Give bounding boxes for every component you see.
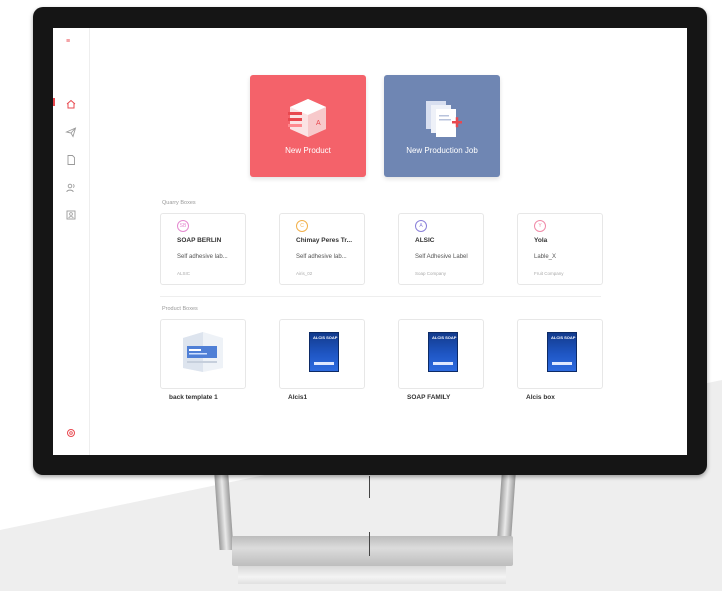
users-icon[interactable] <box>65 181 77 193</box>
base-seam <box>369 532 370 556</box>
quarry-subtitle: Self Adhesive Label <box>415 254 468 260</box>
monitor-base <box>232 536 513 566</box>
stand-hinge-line <box>369 476 370 498</box>
svg-text:A: A <box>316 120 321 127</box>
blue-box-thumbnail: ALCIS SOAP <box>309 332 339 372</box>
blue-box-thumbnail: ALCIS SOAP <box>428 332 458 372</box>
quarry-title: ALSIC <box>415 237 435 244</box>
monitor-base-foot <box>238 566 506 584</box>
quarry-badge: C <box>296 220 308 232</box>
thumbnail-brand-text: ALCIS SOAP <box>313 335 338 340</box>
quarry-footer: Fruit Company <box>534 271 564 276</box>
quarry-title: Chimay Peres Tr... <box>296 237 353 244</box>
product-box-name[interactable]: SOAP FAMILY <box>407 394 450 401</box>
settings-icon[interactable] <box>65 426 77 438</box>
send-icon[interactable] <box>65 125 77 138</box>
product-box-card[interactable] <box>160 319 246 389</box>
quarry-subtitle: Self adhesive lab... <box>296 254 347 260</box>
home-icon[interactable] <box>65 97 77 109</box>
app-logo[interactable]: ≡ <box>66 38 70 45</box>
blue-box-thumbnail: ALCIS SOAP <box>547 332 577 372</box>
quarry-box-card[interactable]: Y Yola Lable_X Fruit Company <box>517 213 603 285</box>
quarry-footer: ALSIC <box>177 271 191 276</box>
new-product-card[interactable]: A New Product <box>250 75 366 177</box>
quarry-subtitle: Self adhesive lab... <box>177 254 228 260</box>
product-box-name[interactable]: Alcis1 <box>288 394 307 401</box>
sidebar: ≡ <box>53 28 90 455</box>
quarry-boxes-heading: Quarry Boxes <box>162 200 196 206</box>
product-box-icon: A <box>288 99 326 137</box>
quarry-badge: SB <box>177 220 189 232</box>
thumbnail-brand-text: ALCIS SOAP <box>551 335 576 340</box>
thumbnail-brand-text: ALCIS SOAP <box>432 335 457 340</box>
active-indicator <box>53 98 55 106</box>
quarry-box-card[interactable]: C Chimay Peres Tr... Self adhesive lab..… <box>279 213 365 285</box>
quarry-title: SOAP BERLIN <box>177 237 222 244</box>
new-product-label: New Product <box>285 146 331 155</box>
document-icon[interactable] <box>65 153 77 165</box>
quarry-footer: Soap Company <box>415 271 447 276</box>
quarry-badge: A <box>415 220 427 232</box>
quarry-badge: Y <box>534 220 546 232</box>
user-badge-icon[interactable] <box>65 208 77 220</box>
quarry-subtitle: Lable_X <box>534 254 557 260</box>
product-box-name[interactable]: Alcis box <box>526 394 555 401</box>
quarry-footer: Airis_02 <box>296 271 313 276</box>
quarry-title: Yola <box>534 237 548 244</box>
quarry-box-card[interactable]: SB SOAP BERLIN Self adhesive lab... ALSI… <box>160 213 246 285</box>
template-thumbnail <box>183 332 223 372</box>
product-box-name[interactable]: back template 1 <box>169 394 218 401</box>
product-box-card[interactable]: ALCIS SOAP <box>279 319 365 389</box>
product-box-card[interactable]: ALCIS SOAP <box>517 319 603 389</box>
quarry-box-card[interactable]: A ALSIC Self Adhesive Label Soap Company <box>398 213 484 285</box>
new-production-job-label: New Production Job <box>406 146 478 155</box>
product-boxes-heading: Product Boxes <box>162 306 198 312</box>
section-divider <box>160 296 601 297</box>
production-doc-icon <box>426 101 462 137</box>
product-box-card[interactable]: ALCIS SOAP <box>398 319 484 389</box>
new-production-job-card[interactable]: New Production Job <box>384 75 500 177</box>
app-screen: ≡ A New Product New Production Job Quarr… <box>53 28 687 455</box>
